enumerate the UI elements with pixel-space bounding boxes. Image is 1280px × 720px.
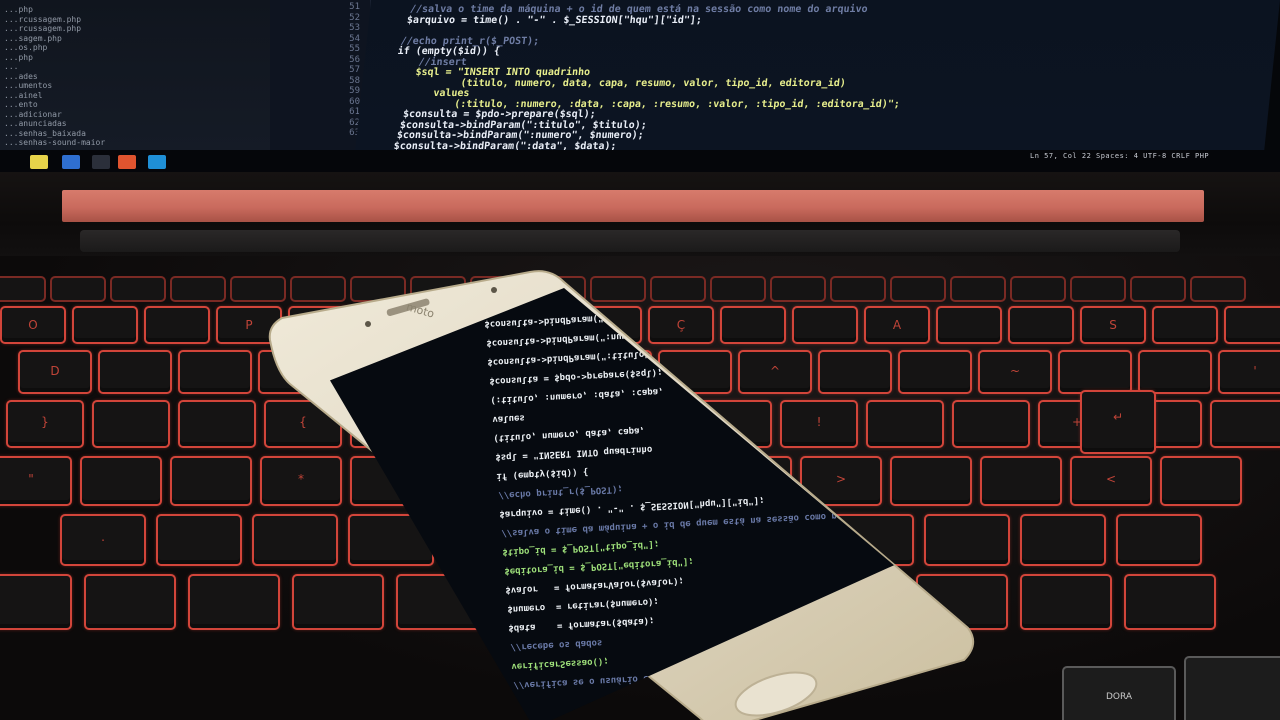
laptop-screen: ...php ...rcussagem.php ...rcussagem.php..… [0,0,1280,175]
line-number: 57 [349,65,360,75]
editor-status-text: Ln 57, Col 22 Spaces: 4 UTF-8 CRLF PHP [1030,152,1210,160]
keyboard-key [50,276,106,302]
keyboard-key [188,574,280,630]
numpad-key-label: DORA [1105,692,1133,702]
keyboard-key [0,276,46,302]
numpad-key: DORA [1062,666,1176,720]
phone-code-line: $valor = formatarValor($valor); [505,575,685,595]
keyboard-key [1190,276,1246,302]
key-legend: O [28,318,38,333]
phone-sensor [491,287,497,293]
keyboard-key: ' [1218,350,1280,394]
keyboard-key: . [60,514,146,566]
taskbar-app-icon [118,155,136,169]
keyboard-key [178,400,256,448]
keyboard-key [1010,276,1066,302]
line-number: 58 [349,75,360,86]
taskbar-app-icon [148,155,166,169]
keyboard-key: S [1080,306,1146,344]
key-legend: " [28,471,34,486]
keyboard-key [84,574,176,630]
phone-code-line: $editora_id = $_POST["editora_id"]; [503,556,694,576]
phone-code-line: $data = formatar($data); [508,615,655,633]
editor-line-gutter: 51 52 53 54 55 56 57 58 59 60 61 62 63 [270,0,371,150]
keyboard-key [72,306,138,344]
key-legend: D [50,364,60,378]
keyboard-key [178,350,252,394]
keyboard-key [110,276,166,302]
keyboard-key [1160,456,1242,506]
phone-code-line: verificarSessao(); [511,655,609,671]
keyboard-key [80,456,162,506]
hinge-strip [62,190,1204,222]
keyboard-key [1152,306,1218,344]
keyboard-key [170,276,226,302]
key-legend: } [41,415,49,430]
keyboard-key [1116,514,1202,566]
line-number: 53 [349,23,360,33]
keyboard-key [92,400,170,448]
phone-code-line: $consulta = $pdo->prepare($sql); [488,366,663,386]
keyboard-key [144,306,210,344]
keyboard-key [1058,350,1132,394]
key-legend: S [1109,318,1117,333]
numpad-key [1184,656,1280,720]
keyboard-key [1020,574,1112,630]
keyboard-key [170,456,252,506]
taskbar-app-icon [62,155,80,169]
phone-code-line: $numero = retirar($numero); [506,596,659,614]
photo-scene: ...php ...rcussagem.php ...rcussagem.php..… [0,0,1280,720]
phone-code-line: //echo print_r($_POST); [497,483,623,500]
keyboard-key [1124,574,1216,630]
smartphone: moto $consulta->bindParam(":data", $data… [268,268,975,720]
keyboard-key [1130,276,1186,302]
line-number: 55 [349,44,360,54]
keyboard-key [98,350,172,394]
file-tree-item: ...senhas-sound-maior [4,138,106,147]
keyboard-key [0,574,72,630]
line-number: 51 [349,2,360,12]
keyboard-key: D [18,350,92,394]
phone-code-line: if (empty($id)) { [496,466,589,481]
keyboard-key: ↵ [1080,390,1156,454]
editor-file-tree: ...php ...rcussagem.php ...rcussagem.php..… [0,0,270,150]
phone-code-line: //recebe os dados [509,637,603,652]
key-legend: . [101,530,105,545]
keyboard-key: < [1070,456,1152,506]
keyboard-key [1210,400,1280,448]
phone-code-line: $sql = "INSERT INTO quadrinho [494,443,653,462]
phone-code-line: (titulo, numero, data, capa, [493,425,646,443]
taskbar-app-icon [30,155,48,169]
hinge-recess [80,230,1180,252]
line-number: 59 [349,86,360,96]
phone-code-line: $tipo_id = $_POST["tipo_id"]; [502,538,660,557]
keyboard-key [1070,276,1126,302]
line-number: 52 [349,12,360,23]
keyboard-key: ~ [978,350,1052,394]
enter-key-legend: ↵ [1112,410,1124,424]
editor-code-pane: //salva o time da máquina + o id de quem… [355,0,1280,152]
taskbar-app-icon [92,155,110,169]
key-legend: ' [1253,364,1257,378]
keyboard-key [1008,306,1074,344]
line-number: 54 [349,33,360,44]
keyboard-key [1224,306,1280,344]
key-legend: < [1105,471,1117,486]
keyboard-key: " [0,456,72,506]
phone-front-camera [365,321,371,327]
keyboard-key: O [0,306,66,344]
keyboard-key [1138,350,1212,394]
phone-code-line: values [491,412,525,424]
key-legend: ~ [1009,364,1021,378]
keyboard-key [156,514,242,566]
line-number: 56 [349,54,360,65]
keyboard-key: } [6,400,84,448]
phone-code-line: (:titulo, :numero, :data, :capa, [490,385,664,405]
keyboard-key [1020,514,1106,566]
code-line: $arquivo = time() . "-" . $_SESSION["hqu… [406,14,703,26]
keyboard-key [980,456,1062,506]
line-number: 60 [349,96,360,107]
